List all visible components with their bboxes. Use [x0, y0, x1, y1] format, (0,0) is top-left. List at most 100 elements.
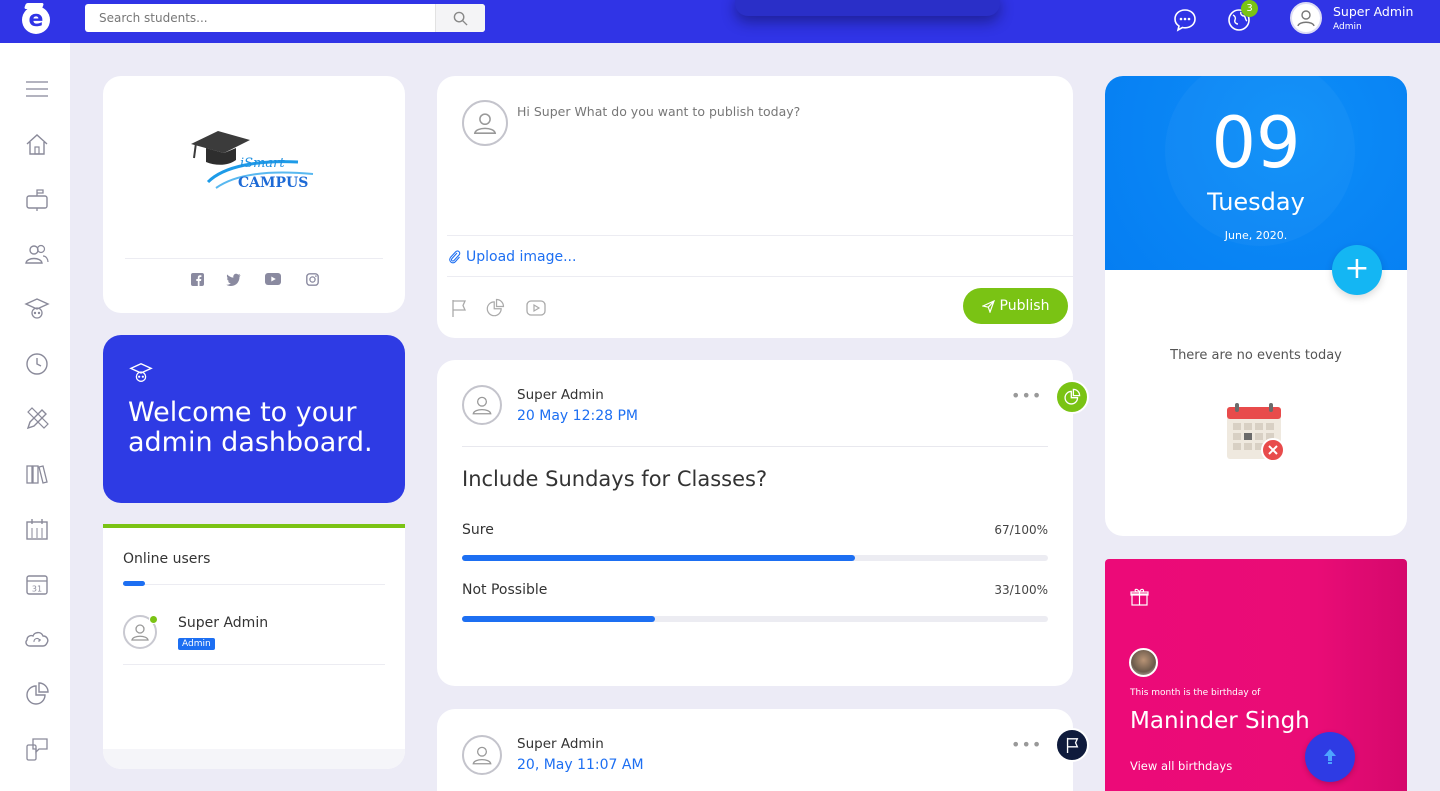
- user-icon: [131, 624, 149, 641]
- svg-text:31: 31: [32, 585, 42, 594]
- publish-button[interactable]: Publish: [963, 288, 1068, 324]
- video-play-icon: [526, 300, 546, 316]
- user-avatar[interactable]: [1290, 2, 1322, 34]
- poll-date: 20 May 12:28 PM: [517, 408, 638, 424]
- profile-divider: [125, 258, 383, 259]
- instagram-link[interactable]: [304, 272, 320, 286]
- post-more-options-button[interactable]: •••: [1011, 735, 1042, 754]
- post-author-name[interactable]: Super Admin: [517, 736, 604, 752]
- sidebar-item-calendar[interactable]: 31: [22, 569, 52, 599]
- search-bar: [85, 4, 485, 32]
- post-type-poll-button[interactable]: [485, 298, 505, 318]
- scroll-to-top-button[interactable]: [1305, 732, 1355, 782]
- send-icon: [981, 299, 995, 313]
- birthday-avatar[interactable]: [1129, 648, 1158, 677]
- cloud-sync-icon: [25, 631, 49, 647]
- poll-type-badge: [1055, 380, 1089, 414]
- twitter-link[interactable]: [225, 272, 241, 286]
- user-icon: [472, 396, 492, 415]
- online-user-name[interactable]: Super Admin: [178, 615, 268, 631]
- poll-author-avatar[interactable]: [462, 385, 502, 425]
- search-input[interactable]: [85, 4, 435, 32]
- composer-divider-2: [447, 276, 1073, 277]
- pie-chart-icon: [486, 298, 505, 317]
- poll-question: Include Sundays for Classes?: [462, 467, 768, 491]
- user-icon: [473, 113, 497, 134]
- upload-image-label: Upload image...: [466, 249, 577, 265]
- post-type-flag-button[interactable]: [449, 298, 469, 318]
- sidebar-item-attendance[interactable]: [22, 514, 52, 544]
- user-icon: [472, 746, 492, 765]
- top-bar: e 3 Super Admin Admin: [0, 0, 1440, 43]
- app-logo[interactable]: e: [22, 6, 50, 34]
- date-header: 09 Tuesday June, 2020.: [1105, 76, 1407, 270]
- top-glow-decoration: [735, 0, 1000, 16]
- facebook-icon: [190, 272, 204, 286]
- date-weekday: Tuesday: [1207, 188, 1305, 216]
- add-event-button[interactable]: +: [1332, 245, 1382, 295]
- phone-chat-icon: [26, 738, 48, 761]
- chat-bubble-icon: [1174, 9, 1196, 32]
- poll-option-label[interactable]: Sure: [462, 522, 494, 538]
- post-type-video-button[interactable]: [526, 298, 546, 318]
- sidebar-item-users[interactable]: [22, 239, 52, 269]
- gift-icon: [1130, 588, 1149, 606]
- date-day: 09: [1211, 102, 1301, 184]
- welcome-title: Welcome to your admin dashboard.: [128, 397, 373, 458]
- poll-option-label[interactable]: Not Possible: [462, 582, 547, 598]
- poll-option-bar-fill: [462, 616, 656, 622]
- poll-author-name[interactable]: Super Admin: [517, 387, 604, 403]
- online-users-row-divider: [123, 664, 385, 665]
- graduation-cap-icon: [24, 298, 50, 319]
- search-button[interactable]: [435, 4, 485, 32]
- welcome-card: Welcome to your admin dashboard.: [103, 335, 405, 503]
- profile-card: iSmart CAMPUS: [103, 76, 405, 313]
- date-month-year: June, 2020.: [1224, 229, 1288, 242]
- poll-option-result: 33/100%: [994, 583, 1048, 597]
- user-icon: [1297, 10, 1315, 27]
- ismart-campus-logo: iSmart CAMPUS: [191, 131, 314, 191]
- sidebar-item-timetable[interactable]: [22, 349, 52, 379]
- birthday-name: Maninder Singh: [1130, 708, 1310, 734]
- messages-button[interactable]: [1172, 7, 1198, 33]
- facebook-link[interactable]: [189, 272, 205, 286]
- online-users-accent-bar: [103, 524, 405, 528]
- sidebar-item-reports[interactable]: [22, 679, 52, 709]
- birthday-card: This month is the birthday of Maninder S…: [1105, 559, 1407, 791]
- twitter-icon: [225, 273, 240, 286]
- sidebar-item-sync[interactable]: [22, 624, 52, 654]
- youtube-link[interactable]: [265, 272, 281, 286]
- poll-more-options-button[interactable]: •••: [1011, 386, 1042, 405]
- sidebar-item-mailbox[interactable]: [22, 184, 52, 214]
- sidebar-item-home[interactable]: [22, 129, 52, 159]
- online-users-card: Online users Super Admin Admin: [103, 524, 405, 769]
- svg-text:iSmart: iSmart: [240, 156, 285, 171]
- composer-avatar: [462, 100, 508, 146]
- composer-prompt-input[interactable]: Hi Super What do you want to publish tod…: [517, 104, 800, 119]
- top-user-name[interactable]: Super Admin: [1333, 4, 1413, 19]
- sidebar-item-library[interactable]: [22, 459, 52, 489]
- pie-chart-icon: [26, 682, 49, 705]
- sidebar: 31: [0, 43, 70, 791]
- sidebar-item-messages[interactable]: [22, 734, 52, 764]
- view-all-birthdays-link[interactable]: View all birthdays: [1130, 759, 1232, 773]
- upload-image-link[interactable]: Upload image...: [448, 249, 576, 265]
- top-user-role: Admin: [1333, 22, 1362, 32]
- flag-post: Super Admin 20, May 11:07 AM •••: [437, 709, 1089, 791]
- youtube-icon: [265, 273, 281, 285]
- paperclip-icon: [449, 250, 461, 264]
- pie-chart-icon: [1064, 388, 1081, 405]
- post-author-avatar[interactable]: [462, 735, 502, 775]
- online-user-role-badge: Admin: [178, 638, 215, 650]
- poll-option-bar: [462, 616, 1048, 622]
- sidebar-item-students[interactable]: [22, 294, 52, 324]
- post-composer: Hi Super What do you want to publish tod…: [437, 76, 1073, 338]
- post-type-badge: [1055, 728, 1089, 762]
- sidebar-menu-toggle[interactable]: [22, 74, 52, 104]
- birthday-subtitle: This month is the birthday of: [1130, 688, 1261, 698]
- sidebar-item-design[interactable]: [22, 404, 52, 434]
- poll-option-result: 67/100%: [994, 523, 1048, 537]
- graduation-cap-icon: [129, 363, 153, 382]
- online-users-title-underline: [123, 581, 145, 586]
- calendar-grid-icon: [26, 519, 48, 540]
